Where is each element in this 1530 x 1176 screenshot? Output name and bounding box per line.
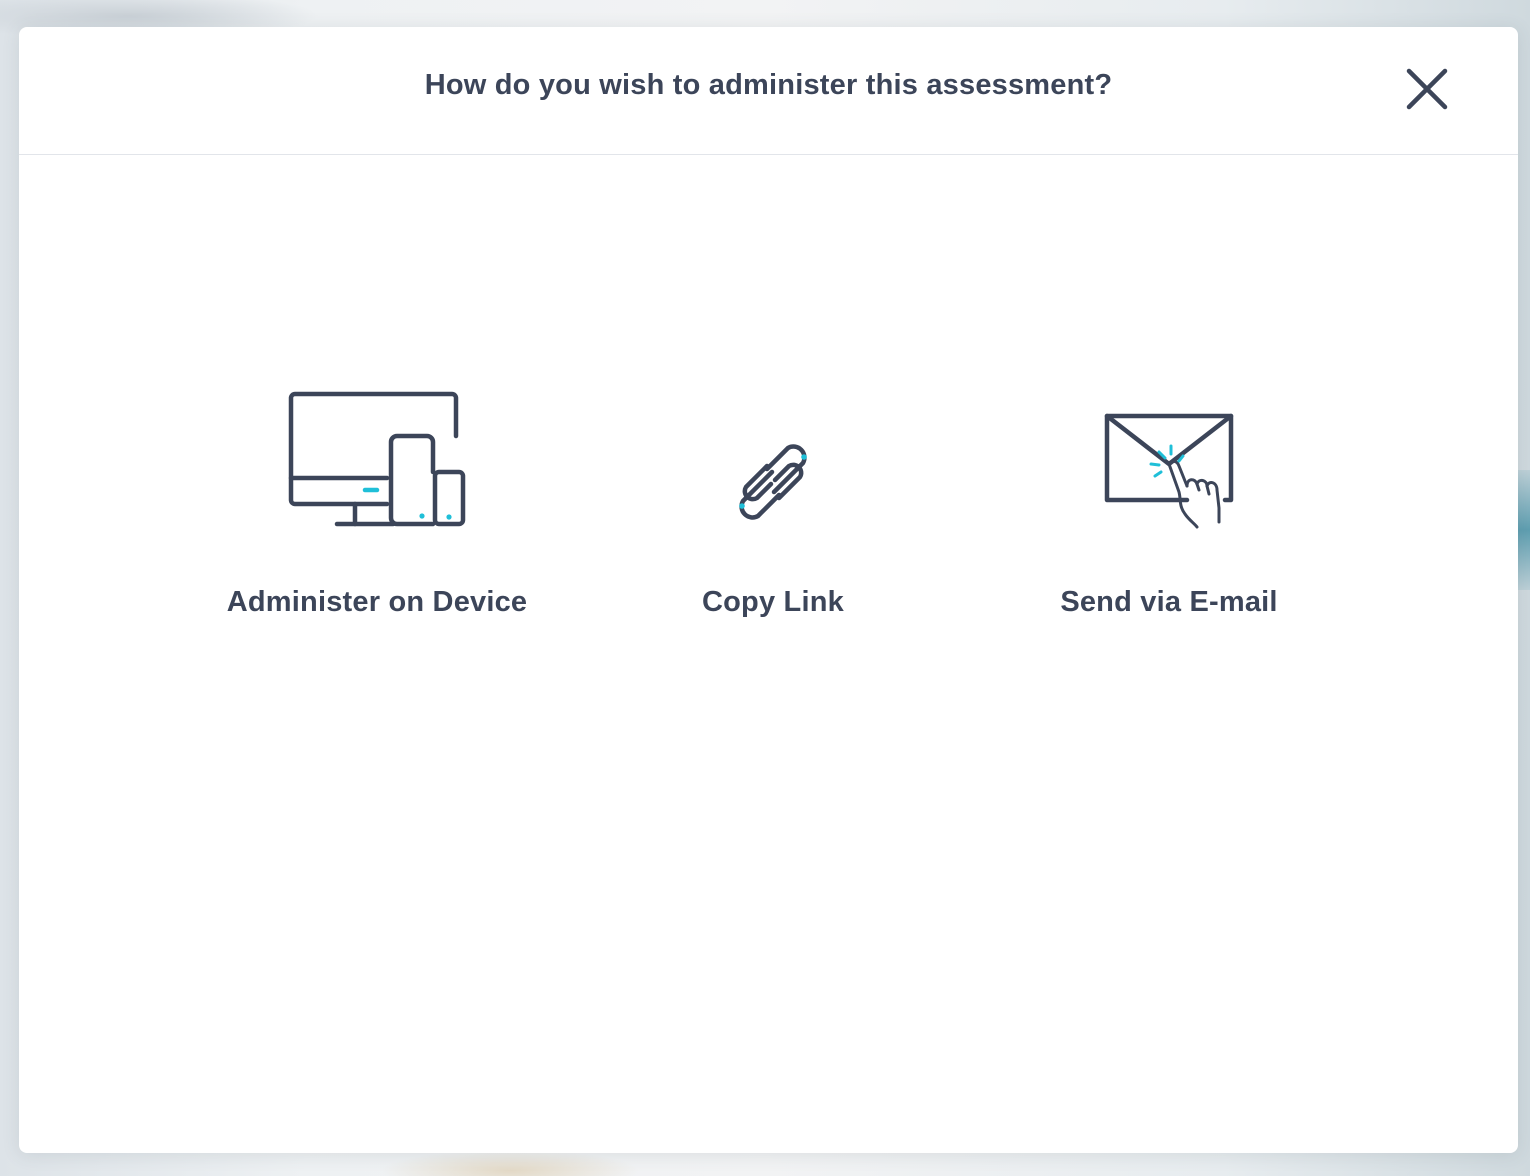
dialog-header: How do you wish to administer this asses… [19,27,1518,155]
link-icon [583,382,963,532]
option-copy-link[interactable]: Copy Link [583,382,963,642]
backdrop-blur-bottom [380,1150,640,1176]
option-label: Send via E-mail [1060,586,1278,618]
option-send-via-email[interactable]: Send via E-mail [979,382,1359,642]
option-label: Administer on Device [226,586,528,618]
envelope-tap-icon [979,382,1359,532]
administration-options: Administer on Device Copy Link Send via … [19,382,1518,642]
devices-icon [187,382,567,532]
administer-assessment-dialog: How do you wish to administer this asses… [19,27,1518,1153]
option-label: Copy Link [702,586,844,618]
close-button[interactable] [1403,65,1451,113]
option-administer-on-device[interactable]: Administer on Device [187,382,567,642]
close-icon [1406,68,1448,110]
dialog-title: How do you wish to administer this asses… [424,69,1113,101]
